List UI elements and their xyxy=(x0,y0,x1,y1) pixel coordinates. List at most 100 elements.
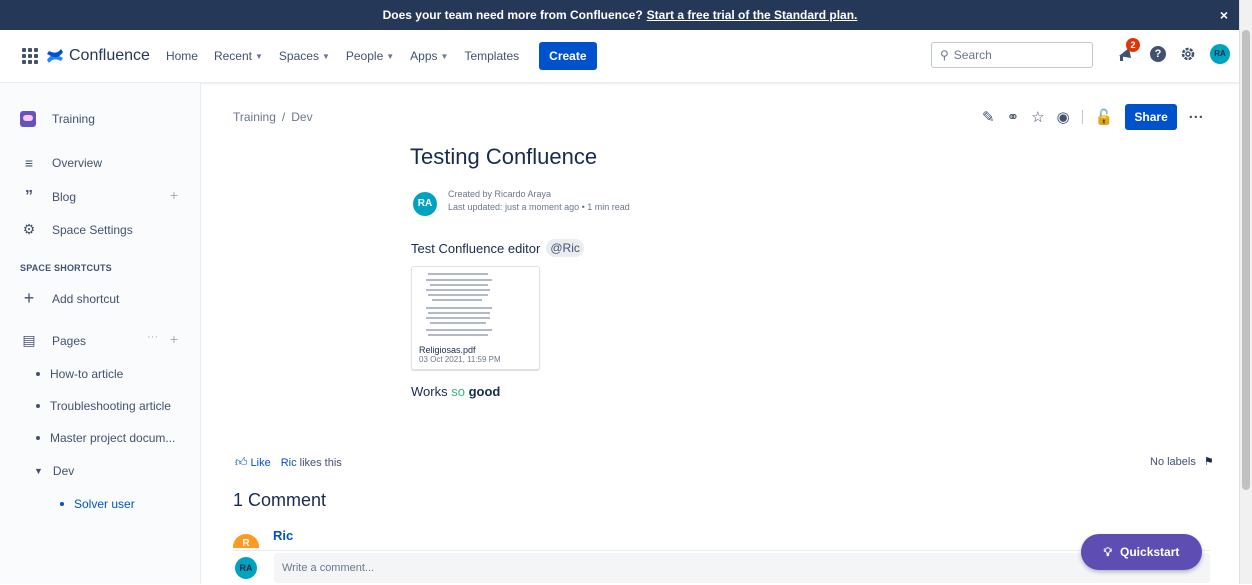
page-actions: ✎ ⚭ ☆ ◉ 🔓 Share ··· xyxy=(982,104,1204,130)
share-button[interactable]: Share xyxy=(1125,104,1177,130)
file-attachment-card[interactable]: Religiosas.pdf 03 Oct 2021, 11:59 PM xyxy=(411,266,540,370)
author-avatar[interactable]: RA xyxy=(413,192,437,216)
more-icon[interactable]: ··· xyxy=(147,331,158,343)
page-tree-item-active[interactable]: Solver user xyxy=(60,497,135,511)
comment-input[interactable]: Write a comment... xyxy=(274,553,1210,583)
last-updated: Last updated: just a moment ago • 1 min … xyxy=(448,202,630,212)
comment-icon[interactable]: ⚭ xyxy=(1007,108,1020,126)
help-icon[interactable]: ? xyxy=(1150,46,1166,62)
trial-link[interactable]: Start a free trial of the Standard plan. xyxy=(647,8,858,22)
no-labels-text: No labels xyxy=(1150,455,1196,468)
add-shortcut-button[interactable]: + Add shortcut xyxy=(20,288,120,309)
bold-text: good xyxy=(468,384,501,399)
tag-icon[interactable]: ⚑ xyxy=(1204,455,1214,468)
scrollbar-thumb[interactable] xyxy=(1242,30,1250,490)
star-icon[interactable]: ☆ xyxy=(1031,108,1044,126)
profile-avatar[interactable]: RA xyxy=(1210,44,1230,64)
quickstart-button[interactable]: 💡︎ Quickstart xyxy=(1081,534,1202,570)
close-icon[interactable]: × xyxy=(1220,7,1228,23)
chevron-down-icon[interactable]: ▼ xyxy=(34,466,43,476)
thumbs-up-icon[interactable]: 👍︎ xyxy=(235,455,248,470)
nav-templates[interactable]: Templates xyxy=(464,49,519,63)
confluence-logo-icon xyxy=(47,49,63,63)
edit-icon[interactable]: ✎ xyxy=(982,108,995,126)
space-avatar-icon xyxy=(20,111,36,127)
commenter-name[interactable]: Ric xyxy=(273,528,293,543)
bullet xyxy=(36,404,40,408)
like-row: 👍︎ Like Ric likes this xyxy=(235,455,342,470)
nav-spaces[interactable]: Spaces ▼ xyxy=(279,49,330,63)
labels-row: No labels ⚑ xyxy=(1150,455,1214,469)
more-icon[interactable]: ··· xyxy=(1189,109,1204,126)
bullet xyxy=(36,372,40,376)
gear-icon: ⚙ xyxy=(22,221,36,237)
page-tree-label: Dev xyxy=(52,464,75,478)
notifications-button[interactable]: 2 xyxy=(1116,38,1140,64)
liker-link[interactable]: Ric xyxy=(281,457,297,469)
page-title: Testing Confluence xyxy=(410,144,598,169)
page-tree-item[interactable]: Troubleshooting article xyxy=(36,399,171,413)
sidebar-item-label: Pages xyxy=(52,333,87,348)
nav-recent-label: Recent xyxy=(213,49,252,63)
breadcrumb-space[interactable]: Training xyxy=(233,110,276,124)
page-tree-item-dev[interactable]: ▼ Dev xyxy=(34,464,74,478)
nav-recent[interactable]: Recent ▼ xyxy=(214,49,263,63)
page-scrollbar[interactable] xyxy=(1239,0,1252,584)
chevron-down-icon: ▼ xyxy=(321,51,330,61)
sidebar-item-overview[interactable]: ≡ Overview xyxy=(20,155,102,171)
banner-text: Does your team need more from Confluence… xyxy=(382,8,643,22)
space-name-link[interactable]: Training xyxy=(20,111,95,127)
pdf-thumbnail xyxy=(422,269,502,341)
search-placeholder: Search xyxy=(953,48,992,62)
divider xyxy=(1081,110,1083,124)
confluence-logo[interactable]: Confluence xyxy=(46,47,150,65)
lightbulb-icon: 💡︎ xyxy=(1103,544,1113,559)
space-shortcuts-heading: SPACE SHORTCUTS xyxy=(20,263,112,273)
chevron-down-icon: ▼ xyxy=(386,51,395,61)
likes-this-text: likes this xyxy=(299,456,342,469)
comments-heading: 1 Comment xyxy=(233,490,327,510)
breadcrumb: Training / Dev xyxy=(233,110,313,124)
bullet xyxy=(36,436,40,440)
commenter-avatar[interactable]: R xyxy=(233,534,259,548)
restrictions-icon[interactable]: 🔓 xyxy=(1095,108,1114,126)
top-navigation: Confluence Home Recent ▼ Spaces ▼ People ▼ … xyxy=(0,30,1240,83)
space-name: Training xyxy=(52,112,95,126)
user-mention[interactable]: @Ric xyxy=(546,239,584,257)
nav-apps[interactable]: Apps ▼ xyxy=(410,49,448,63)
breadcrumb-page[interactable]: Dev xyxy=(291,110,312,124)
page-byline: Created by Ricardo Araya Last updated: j… xyxy=(448,188,630,214)
new-comment-row: RA Write a comment... xyxy=(233,550,1210,585)
pages-icon: ▤ xyxy=(22,332,36,348)
nav-home[interactable]: Home xyxy=(166,49,198,63)
add-blog-icon[interactable]: + xyxy=(170,187,178,203)
like-button[interactable]: Like xyxy=(251,457,271,469)
chevron-down-icon: ▼ xyxy=(440,51,449,61)
gear-icon[interactable] xyxy=(1180,46,1196,62)
bullet xyxy=(60,502,64,506)
search-icon: ⚲ xyxy=(940,48,949,62)
trial-banner: Does your team need more from Confluence… xyxy=(0,0,1240,30)
sidebar-item-space-settings[interactable]: ⚙ Space Settings xyxy=(20,221,133,238)
sidebar-item-pages[interactable]: ▤ Pages xyxy=(20,332,86,349)
search-input[interactable]: ⚲ Search xyxy=(931,42,1093,68)
sidebar-item-label: Overview xyxy=(52,156,103,170)
app-switcher-icon[interactable] xyxy=(22,48,38,64)
page-tree-item[interactable]: Master project docum... xyxy=(36,431,175,445)
comment-author-row: R Ric xyxy=(233,522,293,548)
add-page-icon[interactable]: + xyxy=(170,331,178,347)
watch-icon[interactable]: ◉ xyxy=(1057,108,1070,126)
colored-text: so xyxy=(451,384,465,399)
overview-icon: ≡ xyxy=(24,155,34,171)
create-button[interactable]: Create xyxy=(539,42,597,70)
created-by: Created by Ricardo Araya xyxy=(448,189,552,199)
sidebar-item-blog[interactable]: ” Blog xyxy=(20,188,180,206)
nav-spaces-label: Spaces xyxy=(278,49,319,63)
page-tree-label: How-to article xyxy=(50,367,124,381)
nav-people[interactable]: People ▼ xyxy=(346,49,394,63)
nav-people-label: People xyxy=(345,49,384,63)
page-tree-label: Solver user xyxy=(74,497,135,511)
page-tree-item[interactable]: How-to article xyxy=(36,367,123,381)
attachment-name: Religiosas.pdf xyxy=(419,345,476,355)
works-text: Works xyxy=(411,384,452,399)
